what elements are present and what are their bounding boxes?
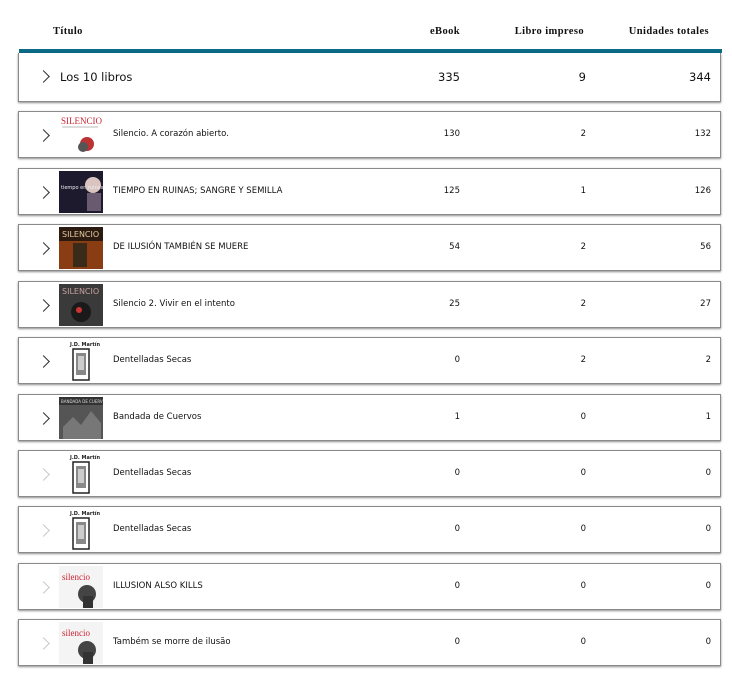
book-title: Dentelladas Secas xyxy=(113,524,192,534)
book-row[interactable]: SILENCIO DE ILUSIÓN TAMBIÉN SE MUERE 54 2 56 xyxy=(18,224,721,271)
book-print-units: 2 xyxy=(580,355,586,365)
book-ebook-units: 125 xyxy=(443,186,460,196)
book-total-units: 0 xyxy=(705,581,711,591)
book-total-units: 0 xyxy=(705,637,711,647)
book-row[interactable]: BANDADA DE CUERVOS Bandada de Cuervos 1 0 1 xyxy=(18,394,721,441)
book-cover-image: J.D. Martín xyxy=(59,509,103,551)
book-cover-image: tiempo en ruinas xyxy=(59,171,103,213)
column-header-print[interactable]: Libro impreso xyxy=(515,26,584,37)
book-ebook-units: 1 xyxy=(454,412,460,422)
book-cover-image: SILENCIO xyxy=(59,227,103,269)
svg-text:J.D. Martín: J.D. Martín xyxy=(69,510,100,517)
chevron-right-icon[interactable] xyxy=(37,129,50,142)
chevron-right-icon[interactable] xyxy=(37,524,50,537)
book-title: Dentelladas Secas xyxy=(113,468,192,478)
summary-print: 9 xyxy=(578,70,586,84)
book-print-units: 0 xyxy=(580,468,586,478)
book-row[interactable]: J.D. Martín Dentelladas Secas 0 2 2 xyxy=(18,337,721,384)
book-title: Também se morre de ilusão xyxy=(113,637,231,647)
book-total-units: 0 xyxy=(705,468,711,478)
svg-text:silencio: silencio xyxy=(62,628,90,638)
summary-total: 344 xyxy=(689,70,711,84)
book-ebook-units: 130 xyxy=(443,129,460,139)
chevron-right-icon[interactable] xyxy=(37,355,50,368)
summary-ebook: 335 xyxy=(438,70,460,84)
book-print-units: 1 xyxy=(580,186,586,196)
svg-text:J.D. Martín: J.D. Martín xyxy=(69,341,100,348)
book-total-units: 1 xyxy=(705,412,711,422)
book-row[interactable]: J.D. Martín Dentelladas Secas 0 0 0 xyxy=(18,450,721,497)
book-title: Bandada de Cuervos xyxy=(113,412,202,422)
book-ebook-units: 54 xyxy=(449,242,460,252)
book-cover-image: J.D. Martín xyxy=(59,340,103,382)
summary-row[interactable]: Los 10 libros 335 9 344 xyxy=(18,53,721,102)
book-title: Silencio. A corazón abierto. xyxy=(113,129,229,139)
book-cover-image: silencio xyxy=(59,622,103,664)
chevron-right-icon[interactable] xyxy=(37,412,50,425)
book-row[interactable]: SILENCIO Silencio 2. Vivir en el intento 2… xyxy=(18,281,721,328)
book-print-units: 0 xyxy=(580,637,586,647)
chevron-right-icon[interactable] xyxy=(37,186,50,199)
svg-text:SILENCIO: SILENCIO xyxy=(61,116,102,126)
book-row[interactable]: tiempo en ruinas TIEMPO EN RUINAS; SANGRE… xyxy=(18,168,721,215)
book-title: Silencio 2. Vivir en el intento xyxy=(113,299,235,309)
chevron-right-icon[interactable] xyxy=(37,468,50,481)
summary-label: Los 10 libros xyxy=(60,70,133,84)
chevron-right-icon[interactable] xyxy=(37,70,50,83)
book-cover-image: J.D. Martín xyxy=(59,453,103,495)
svg-text:SILENCIO: SILENCIO xyxy=(62,230,99,239)
book-total-units: 27 xyxy=(700,299,711,309)
chevron-right-icon[interactable] xyxy=(37,637,50,650)
book-ebook-units: 0 xyxy=(454,468,460,478)
chevron-right-icon[interactable] xyxy=(37,581,50,594)
book-cover-image: SILENCIO xyxy=(59,284,103,326)
book-row[interactable]: J.D. Martín Dentelladas Secas 0 0 0 xyxy=(18,506,721,553)
book-total-units: 56 xyxy=(700,242,711,252)
book-title: DE ILUSIÓN TAMBIÉN SE MUERE xyxy=(113,242,249,252)
book-total-units: 0 xyxy=(705,524,711,534)
book-row[interactable]: silencio ILLUSION ALSO KILLS 0 0 0 xyxy=(18,563,721,610)
book-print-units: 2 xyxy=(580,242,586,252)
svg-text:tiempo en ruinas: tiempo en ruinas xyxy=(61,185,103,191)
book-print-units: 0 xyxy=(580,412,586,422)
book-print-units: 2 xyxy=(580,299,586,309)
book-title: Dentelladas Secas xyxy=(113,355,192,365)
svg-text:J.D. Martín: J.D. Martín xyxy=(69,454,100,461)
book-print-units: 0 xyxy=(580,581,586,591)
chevron-right-icon[interactable] xyxy=(37,242,50,255)
column-header-total[interactable]: Unidades totales xyxy=(629,26,709,37)
book-title: ILLUSION ALSO KILLS xyxy=(113,581,203,591)
book-ebook-units: 0 xyxy=(454,637,460,647)
book-ebook-units: 0 xyxy=(454,581,460,591)
book-cover-image: BANDADA DE CUERVOS xyxy=(59,397,103,439)
chevron-right-icon[interactable] xyxy=(37,299,50,312)
book-title: TIEMPO EN RUINAS; SANGRE Y SEMILLA xyxy=(113,186,283,196)
column-header-ebook[interactable]: eBook xyxy=(430,26,460,37)
book-row[interactable]: SILENCIO Silencio. A corazón abierto. 130 2… xyxy=(18,111,721,158)
book-total-units: 126 xyxy=(694,186,711,196)
book-total-units: 132 xyxy=(694,129,711,139)
column-header-title[interactable]: Título xyxy=(53,26,83,37)
book-total-units: 2 xyxy=(705,355,711,365)
book-cover-image: SILENCIO xyxy=(59,114,103,156)
book-row[interactable]: silencio Também se morre de ilusão 0 0 0 xyxy=(18,619,721,666)
svg-text:silencio: silencio xyxy=(62,572,90,582)
book-ebook-units: 25 xyxy=(449,299,460,309)
book-print-units: 0 xyxy=(580,524,586,534)
svg-text:SILENCIO: SILENCIO xyxy=(62,287,99,296)
table-header: Título eBook Libro impreso Unidades tota… xyxy=(0,22,732,42)
book-ebook-units: 0 xyxy=(454,355,460,365)
book-print-units: 2 xyxy=(580,129,586,139)
book-ebook-units: 0 xyxy=(454,524,460,534)
book-cover-image: silencio xyxy=(59,566,103,608)
svg-text:BANDADA DE CUERVOS: BANDADA DE CUERVOS xyxy=(61,399,103,404)
